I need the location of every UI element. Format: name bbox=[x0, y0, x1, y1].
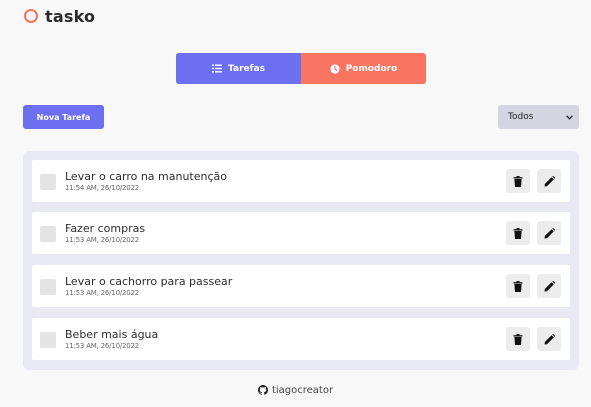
task-date: 11:54 AM, 26/10/2022 bbox=[65, 184, 140, 192]
task-item: Fazer compras 11:53 AM, 26/10/2022 bbox=[32, 212, 570, 254]
task-list: Levar o carro na manutenção 11:54 AM, 26… bbox=[23, 151, 579, 370]
app-title: tasko bbox=[45, 6, 96, 26]
app-header: tasko bbox=[24, 6, 95, 26]
filter-select[interactable]: Todos bbox=[498, 105, 579, 129]
tab-tarefas-label: Tarefas bbox=[228, 63, 265, 74]
task-checkbox[interactable] bbox=[40, 226, 56, 242]
chevron-down-icon bbox=[566, 113, 573, 122]
footer-author-link[interactable]: tiagocreator bbox=[0, 382, 591, 398]
tab-pomodoro-label: Pomodoro bbox=[345, 63, 398, 74]
edit-task-button[interactable] bbox=[537, 274, 561, 298]
pencil-icon bbox=[544, 227, 555, 238]
tab-pomodoro[interactable]: Pomodoro bbox=[301, 53, 426, 84]
task-checkbox[interactable] bbox=[40, 279, 56, 295]
list-check-icon bbox=[212, 64, 223, 73]
clock-icon bbox=[330, 63, 340, 74]
delete-task-button[interactable] bbox=[506, 327, 530, 351]
github-icon bbox=[257, 385, 268, 395]
task-title: Fazer compras bbox=[65, 222, 146, 235]
task-checkbox[interactable] bbox=[40, 332, 56, 348]
footer-author: tiagocreator bbox=[271, 384, 334, 396]
trash-icon bbox=[513, 175, 523, 187]
task-date: 11:53 AM, 26/10/2022 bbox=[65, 289, 140, 297]
edit-task-button[interactable] bbox=[537, 169, 561, 193]
pencil-icon bbox=[544, 280, 555, 291]
pencil-icon bbox=[544, 333, 555, 344]
delete-task-button[interactable] bbox=[506, 274, 530, 298]
task-item: Levar o carro na manutenção 11:54 AM, 26… bbox=[32, 160, 570, 202]
delete-task-button[interactable] bbox=[506, 221, 530, 245]
task-title: Beber mais água bbox=[65, 328, 159, 341]
pencil-icon bbox=[544, 175, 555, 186]
trash-icon bbox=[513, 280, 523, 292]
trash-icon bbox=[513, 333, 523, 345]
edit-task-button[interactable] bbox=[537, 221, 561, 245]
task-title: Levar o cachorro para passear bbox=[65, 275, 233, 288]
task-checkbox[interactable] bbox=[40, 174, 56, 190]
view-tabs: Tarefas Pomodoro bbox=[176, 53, 426, 84]
tab-tarefas[interactable]: Tarefas bbox=[176, 53, 301, 84]
new-task-button[interactable]: Nova Tarefa bbox=[23, 105, 104, 129]
task-title: Levar o carro na manutenção bbox=[65, 170, 228, 183]
edit-task-button[interactable] bbox=[537, 327, 561, 351]
logo-ring-icon bbox=[24, 9, 38, 23]
delete-task-button[interactable] bbox=[506, 169, 530, 193]
filter-selected-value: Todos bbox=[508, 112, 534, 122]
trash-icon bbox=[513, 227, 523, 239]
task-date: 11:53 AM, 26/10/2022 bbox=[65, 236, 140, 244]
task-item: Beber mais água 11:53 AM, 26/10/2022 bbox=[32, 318, 570, 360]
task-item: Levar o cachorro para passear 11:53 AM, … bbox=[32, 265, 570, 307]
task-date: 11:53 AM, 26/10/2022 bbox=[65, 342, 140, 350]
